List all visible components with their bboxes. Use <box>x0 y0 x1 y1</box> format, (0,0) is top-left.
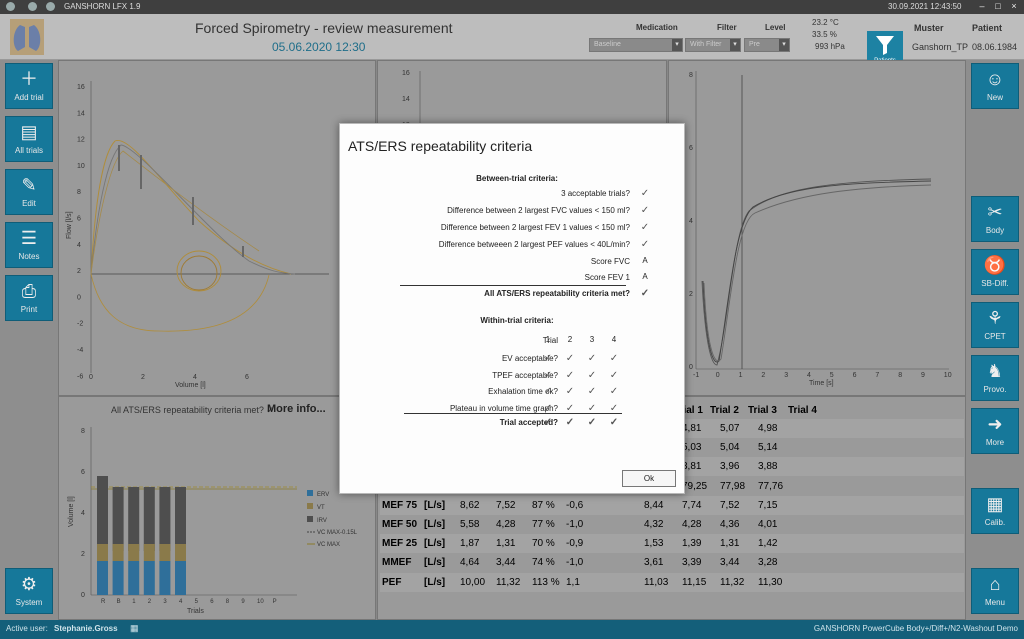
checkmark-icon: ✓ <box>587 386 597 397</box>
score-fvc-row: Score FVC A <box>370 254 652 269</box>
between-criterion-row: Difference betweeen 2 largest PEF values… <box>370 237 652 252</box>
score-value: A <box>642 272 648 281</box>
criterion-text: Difference betweeen 2 largest PEF values… <box>438 240 630 249</box>
checkmark-icon: ✓ <box>609 417 619 428</box>
checkmark-icon: ✓ <box>609 369 619 381</box>
trial-number: 1 <box>545 335 551 344</box>
checkmark-icon: ✓ <box>543 417 553 428</box>
checkmark-icon: ✓ <box>640 222 650 233</box>
checkmark-icon: ✓ <box>587 353 597 364</box>
checkmark-icon: ✓ <box>543 353 553 364</box>
criterion-text: 3 acceptable trials? <box>561 189 630 198</box>
score-value: A <box>642 256 648 265</box>
criterion-text: Score FEV 1 <box>584 273 630 282</box>
dialog-title: ATS/ERS repeatability criteria <box>348 138 533 154</box>
checkmark-icon: ✓ <box>640 288 650 299</box>
repeatability-dialog: ATS/ERS repeatability criteria Between-t… <box>339 123 685 494</box>
checkmark-icon: ✓ <box>565 353 575 364</box>
checkmark-icon: ✓ <box>640 239 650 250</box>
within-trial-heading: Within-trial criteria: <box>480 316 554 325</box>
within-criterion-row: TPEF acceptable? ✓ ✓ ✓ ✓ <box>370 367 660 384</box>
checkmark-icon: ✓ <box>640 188 650 199</box>
all-criteria-row: All ATS/ERS repeatability criteria met? ✓ <box>370 286 652 301</box>
within-criterion-row: EV acceptable? ✓ ✓ ✓ ✓ <box>370 350 660 367</box>
trial-accepted-row: Trial accepted? ✓ ✓ ✓ ✓ <box>370 414 660 431</box>
criterion-text: All ATS/ERS repeatability criteria met? <box>484 289 630 298</box>
checkmark-icon: ✓ <box>587 402 597 414</box>
criterion-text: Difference between 2 largest FVC values … <box>447 206 630 215</box>
checkmark-icon: ✓ <box>587 417 597 428</box>
between-criterion-row: Difference between 2 largest FEV 1 value… <box>370 220 652 235</box>
ok-button[interactable]: Ok <box>622 470 676 487</box>
checkmark-icon: ✓ <box>565 386 575 397</box>
criterion-text: Difference between 2 largest FEV 1 value… <box>440 223 630 232</box>
checkmark-icon: ✓ <box>609 402 619 414</box>
criterion-text: Score FVC <box>590 257 630 266</box>
checkmark-icon: ✓ <box>543 369 553 381</box>
trial-number: 4 <box>611 335 617 344</box>
checkmark-icon: ✓ <box>609 386 619 397</box>
checkmark-icon: ✓ <box>565 369 575 381</box>
checkmark-icon: ✓ <box>640 205 650 216</box>
trial-number: 3 <box>589 335 595 344</box>
checkmark-icon: ✓ <box>565 402 575 414</box>
between-trial-heading: Between-trial criteria: <box>476 174 558 183</box>
within-criterion-row: Exhalation time ok? ✓ ✓ ✓ ✓ <box>370 383 660 400</box>
checkmark-icon: ✓ <box>565 417 575 428</box>
trial-number-row: Trial 1 2 3 4 <box>370 332 660 349</box>
score-fev1-row: Score FEV 1 A <box>370 270 652 285</box>
app-window: GANSHORN LFX 1.9 30.09.2021 12:43:50 – □… <box>0 0 1024 639</box>
checkmark-icon: ✓ <box>543 402 553 414</box>
checkmark-icon: ✓ <box>609 353 619 364</box>
checkmark-icon: ✓ <box>543 386 553 397</box>
trial-number: 2 <box>567 335 573 344</box>
between-criterion-row: Difference between 2 largest FVC values … <box>370 203 652 218</box>
checkmark-icon: ✓ <box>587 369 597 381</box>
between-criterion-row: 3 acceptable trials? ✓ <box>370 186 652 201</box>
